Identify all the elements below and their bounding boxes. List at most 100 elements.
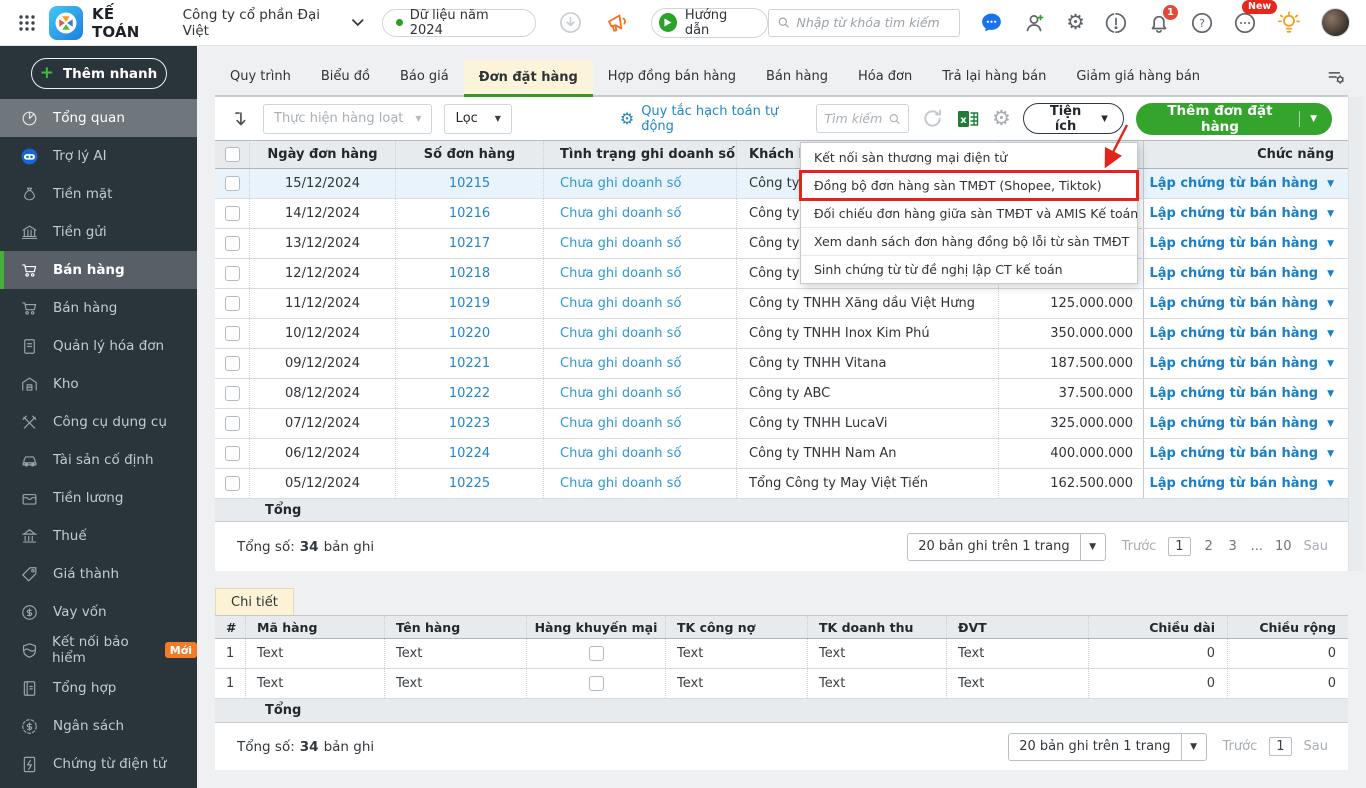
sidebar-item[interactable]: Tổng quan	[0, 99, 197, 137]
create-sales-doc-link[interactable]: Lập chứng từ bán hàng	[1149, 296, 1318, 311]
tab-settings-icon[interactable]	[1326, 67, 1346, 87]
order-row[interactable]: 09/12/2024 10221 Chưa ghi doanh số Công …	[215, 349, 1348, 379]
col-header-number[interactable]: Số đơn hàng	[395, 141, 543, 168]
page-number[interactable]: 10	[1275, 539, 1292, 554]
order-row[interactable]: 05/12/2024 10225 Chưa ghi doanh số Tổng …	[215, 469, 1348, 499]
table-settings-icon[interactable]: ⚙	[992, 108, 1011, 129]
prev-page-button[interactable]: Trước	[1122, 539, 1157, 554]
sidebar-item[interactable]: Chứng từ điện tử	[0, 745, 197, 783]
col-header-status[interactable]: Tình trạng ghi doanh số	[543, 141, 736, 168]
prev-page-button[interactable]: Trước	[1223, 739, 1258, 754]
global-search-input[interactable]	[796, 15, 952, 30]
create-sales-doc-link[interactable]: Lập chứng từ bán hàng	[1149, 206, 1318, 221]
chevron-down-icon[interactable]: ▼	[1327, 479, 1334, 489]
add-order-button[interactable]: Thêm đơn đặt hàng ▼	[1135, 102, 1332, 135]
order-row[interactable]: 12/12/2024 10218 Chưa ghi doanh số Công …	[215, 259, 1348, 289]
row-checkbox[interactable]	[224, 206, 240, 221]
col-header-length[interactable]: Chiều dài	[1088, 616, 1227, 638]
export-excel-icon[interactable]: x	[956, 108, 980, 130]
order-row[interactable]: 06/12/2024 10224 Chưa ghi doanh số Công …	[215, 439, 1348, 469]
order-number-link[interactable]: 10216	[395, 199, 543, 228]
tab[interactable]: Trả lại hàng bán	[927, 58, 1061, 95]
sidebar-item[interactable]: Quản lý hóa đơn	[0, 327, 197, 365]
chevron-down-icon[interactable]: ▼	[1327, 179, 1334, 189]
detail-row[interactable]: 1 Text Text Text Text Text 0 0	[215, 639, 1348, 669]
chat-icon[interactable]	[979, 10, 1004, 35]
create-sales-doc-link[interactable]: Lập chứng từ bán hàng	[1149, 266, 1318, 281]
page-number[interactable]: ...	[1251, 539, 1263, 554]
quick-add-button[interactable]: + Thêm nhanh	[30, 58, 167, 89]
add-user-icon[interactable]	[1023, 11, 1047, 35]
release-notes-icon[interactable]	[1104, 11, 1128, 35]
batch-action-select[interactable]: Thực hiện hàng loạt ▼	[263, 103, 433, 134]
row-checkbox[interactable]	[224, 416, 240, 431]
order-number-link[interactable]: 10224	[395, 439, 543, 468]
col-header-item-name[interactable]: Tên hàng	[384, 616, 526, 638]
create-sales-doc-link[interactable]: Lập chứng từ bán hàng	[1149, 356, 1318, 371]
utilities-menu-item[interactable]: Xem danh sách đơn hàng đồng bộ lỗi từ sà…	[801, 227, 1137, 255]
select-all-checkbox[interactable]	[224, 147, 240, 162]
bell-icon[interactable]: 1	[1147, 4, 1178, 35]
col-header-unit[interactable]: ĐVT	[946, 616, 1088, 638]
tab[interactable]: Báo giá	[385, 58, 464, 95]
page-number[interactable]: 2	[1203, 539, 1215, 554]
next-page-button[interactable]: Sau	[1304, 739, 1328, 754]
detail-row[interactable]: 1 Text Text Text Text Text 0 0	[215, 669, 1348, 699]
row-checkbox[interactable]	[224, 236, 240, 251]
guide-button[interactable]: Hướng dẫn	[650, 7, 769, 38]
utilities-menu-item[interactable]: Đồng bộ đơn hàng sàn TMĐT (Shopee, Tikto…	[799, 170, 1139, 201]
order-number-link[interactable]: 10215	[395, 169, 543, 198]
help-icon[interactable]: ?	[1190, 11, 1214, 35]
tab[interactable]: Biểu đồ	[306, 58, 385, 95]
page-number[interactable]: 3	[1227, 539, 1239, 554]
col-header-item-code[interactable]: Mã hàng	[245, 616, 384, 638]
promo-checkbox[interactable]	[588, 646, 604, 661]
sidebar-item[interactable]: Thuế	[0, 517, 197, 555]
create-sales-doc-link[interactable]: Lập chứng từ bán hàng	[1149, 176, 1318, 191]
chevron-down-icon[interactable]: ▼	[1327, 239, 1334, 249]
order-number-link[interactable]: 10218	[395, 259, 543, 288]
order-number-link[interactable]: 10219	[395, 289, 543, 318]
table-scrollbar[interactable]	[1348, 97, 1363, 571]
sidebar-item[interactable]: Kết nối bảo hiểm Mới	[0, 631, 197, 669]
sidebar-item[interactable]: Bán hàng	[0, 289, 197, 327]
global-search[interactable]	[768, 8, 961, 37]
sidebar-item[interactable]: Tiền gửi	[0, 213, 197, 251]
row-checkbox[interactable]	[224, 476, 240, 491]
whats-new-lamp-icon[interactable]	[1276, 10, 1302, 36]
next-page-button[interactable]: Sau	[1304, 539, 1328, 554]
order-row[interactable]: 10/12/2024 10220 Chưa ghi doanh số Công …	[215, 319, 1348, 349]
order-row[interactable]: 15/12/2024 10215 Chưa ghi doanh số Công …	[215, 169, 1348, 199]
tab[interactable]: Hóa đơn	[843, 58, 927, 95]
utilities-menu-item[interactable]: Kết nối sàn thương mại điện tử	[801, 143, 1137, 171]
col-header-revenue-account[interactable]: TK doanh thu	[807, 616, 946, 638]
create-sales-doc-link[interactable]: Lập chứng từ bán hàng	[1149, 236, 1318, 251]
sidebar-item[interactable]: Trợ lý AI	[0, 137, 197, 175]
sidebar-item[interactable]: Vay vốn	[0, 593, 197, 631]
col-header-promo[interactable]: Hàng khuyến mại	[526, 616, 665, 638]
order-row[interactable]: 08/12/2024 10222 Chưa ghi doanh số Công …	[215, 379, 1348, 409]
create-sales-doc-link[interactable]: Lập chứng từ bán hàng	[1149, 416, 1318, 431]
order-row[interactable]: 07/12/2024 10223 Chưa ghi doanh số Công …	[215, 409, 1348, 439]
sidebar-item[interactable]: Tiền lương	[0, 479, 197, 517]
sidebar-item[interactable]: Tổng hợp	[0, 669, 197, 707]
table-search-input[interactable]	[824, 111, 888, 126]
order-number-link[interactable]: 10223	[395, 409, 543, 438]
col-header-receivable-account[interactable]: TK công nợ	[665, 616, 807, 638]
chevron-down-icon[interactable]: ▼	[1310, 114, 1317, 124]
order-row[interactable]: 14/12/2024 10216 Chưa ghi doanh số Công …	[215, 199, 1348, 229]
page-number[interactable]: 1	[1269, 737, 1292, 756]
tab[interactable]: Đơn đặt hàng	[463, 60, 593, 97]
sidebar-item[interactable]: Bán hàng	[0, 251, 197, 289]
col-header-date[interactable]: Ngày đơn hàng	[249, 141, 395, 168]
chevron-down-icon[interactable]: ▼	[1327, 269, 1334, 279]
page-number[interactable]: 1	[1168, 537, 1191, 556]
order-row[interactable]: 13/12/2024 10217 Chưa ghi doanh số Công …	[215, 229, 1348, 259]
megaphone-icon[interactable]	[605, 11, 629, 35]
chevron-down-icon[interactable]: ▼	[1327, 389, 1334, 399]
company-selector[interactable]: Công ty cổ phần Đại Việt	[183, 7, 364, 39]
sidebar-item[interactable]: Tiền mặt	[0, 175, 197, 213]
chevron-down-icon[interactable]: ▼	[1327, 329, 1334, 339]
promo-checkbox[interactable]	[588, 676, 604, 691]
more-icon[interactable]: New	[1233, 0, 1278, 35]
